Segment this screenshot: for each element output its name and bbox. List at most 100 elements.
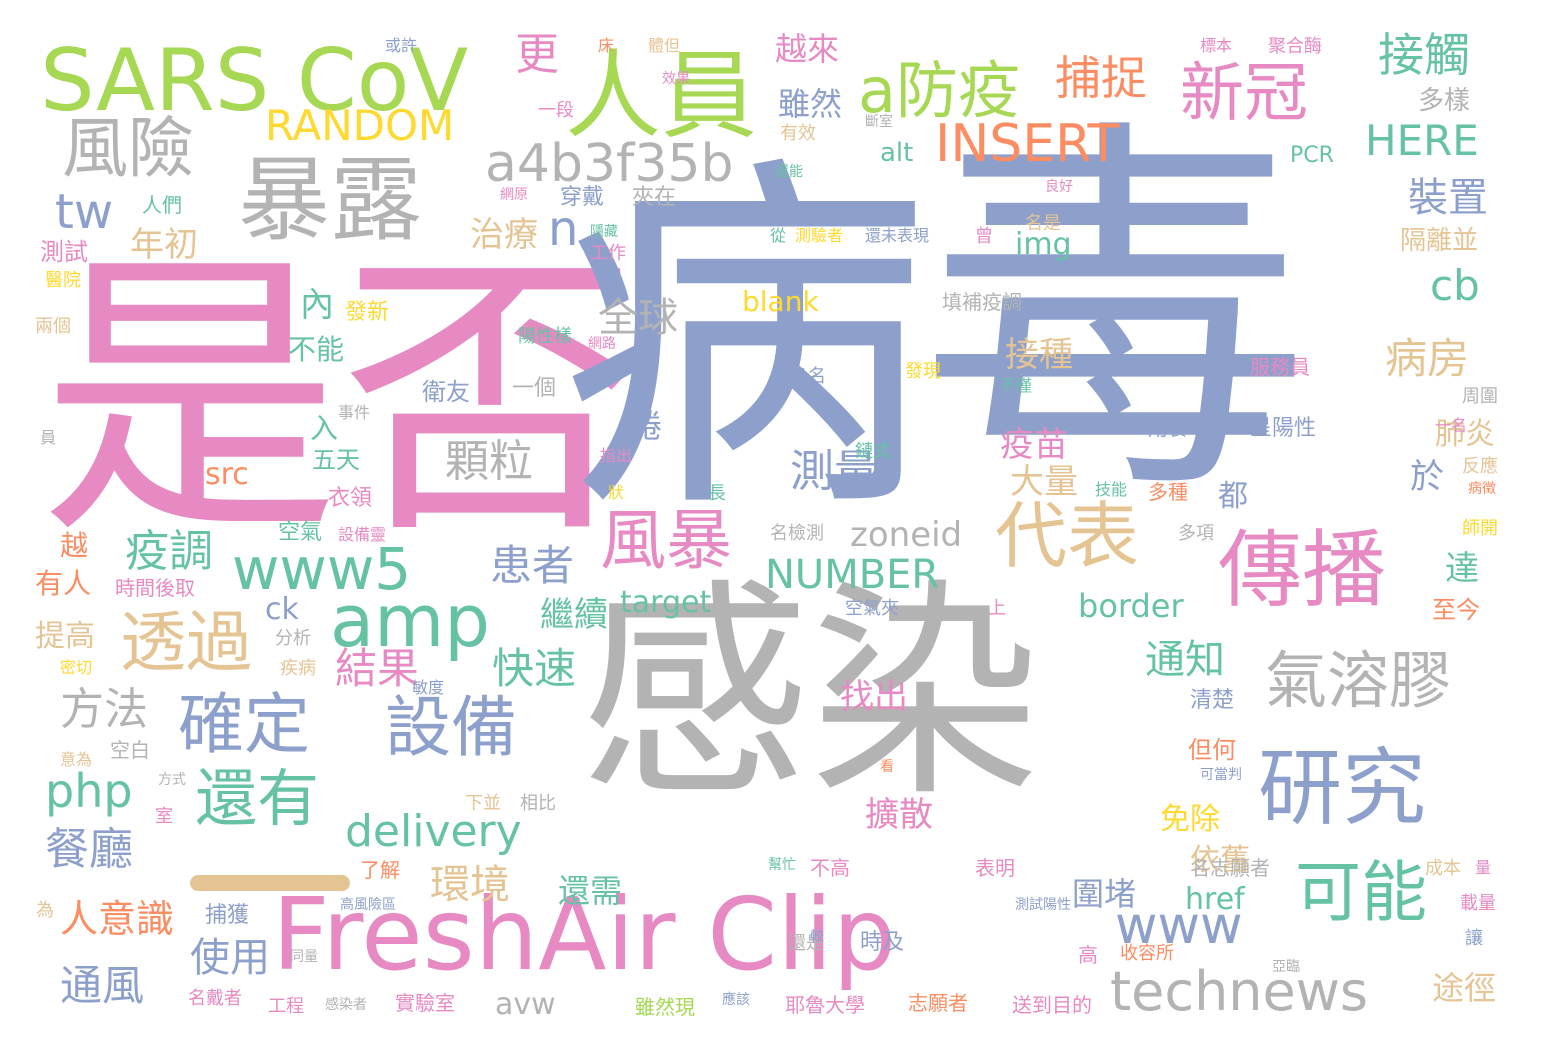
word-cloud-word: 更 (515, 29, 559, 80)
word-cloud-word: 網原 (500, 187, 528, 203)
word-cloud-word: 名戴者 (188, 988, 242, 1009)
word-cloud-word: 多種 (1148, 480, 1188, 504)
word-cloud-word: 讓 (1465, 928, 1483, 949)
word-cloud-word: 不能 (288, 333, 345, 366)
word-cloud-word: 陽性樣 (518, 326, 572, 347)
word-cloud-word: 高風險區 (340, 897, 396, 913)
word-cloud: 是否病毒感染 FreshAir Clip SARS CoV 人員 暴露 傳播 研究 a防疫 新冠… (0, 0, 1548, 1052)
word-cloud-word: 師開 (1462, 518, 1498, 539)
word-cloud-word: 效果 (662, 71, 690, 87)
word-cloud-word: 良好 (1045, 179, 1073, 195)
word-cloud-word: HERE (1365, 116, 1479, 165)
word-cloud-word: 衣領 (328, 486, 373, 511)
word-cloud-word: 可當判 (1200, 767, 1242, 783)
word-cloud-word: 意為 (60, 750, 93, 769)
word-cloud-word: 為 (36, 900, 54, 921)
word-cloud-word: 找出 (840, 677, 908, 717)
word-cloud-word: 狀 (608, 483, 625, 502)
word-cloud-word: 幫忙 (768, 857, 796, 873)
word-cloud-word: 測試 (40, 238, 88, 266)
word-cloud-word: 至今 (1432, 596, 1480, 624)
word-cloud-word: 風險 (62, 110, 194, 187)
word-cloud-word: 雖然 (778, 85, 843, 123)
word-cloud-word: 內 (300, 285, 334, 325)
word-cloud-word: 名是 (1025, 213, 1061, 234)
word-cloud-word: 看 (880, 759, 894, 775)
word-cloud-word: 有人 (35, 567, 92, 600)
word-cloud-word: 疾病 (280, 658, 316, 679)
word-cloud-word: 方式 (158, 772, 186, 788)
word-cloud-word: 空氣 (278, 520, 323, 545)
word-cloud-word: 密切 (60, 658, 93, 677)
word-cloud-word: 使用 (190, 935, 270, 981)
word-cloud-word: 實驗室 (395, 991, 455, 1015)
word-cloud-word: 疫調 (125, 526, 213, 577)
word-cloud-word: 達 (1445, 549, 1479, 589)
word-cloud-word: 人意識 (60, 897, 175, 941)
word-cloud-word: 同量 (290, 949, 318, 965)
word-cloud-word: 一段 (538, 100, 574, 121)
word-cloud-word: 反應 (1462, 456, 1498, 477)
word-cloud-word: 越來 (775, 30, 840, 68)
word-cloud-word: 事件 (338, 403, 371, 422)
word-cloud-word: 名檢測 (770, 523, 824, 544)
word-cloud-word: 穿戴 (560, 185, 605, 210)
word-cloud-word: 確定 (178, 686, 310, 763)
word-cloud-word: 人們 (142, 193, 182, 217)
word-cloud-word: avw (495, 987, 556, 1022)
word-cloud-word: 衛友 (422, 378, 470, 406)
word-cloud-word: 時間後取 (115, 576, 195, 600)
word-cloud-word: 免除 (1160, 802, 1220, 837)
word-cloud-word: 夾在 (632, 185, 677, 210)
word-cloud-word: 亞臨 (1272, 959, 1300, 975)
word-cloud-word: 疫苗 (1000, 425, 1068, 465)
word-cloud-word: PCR (1290, 143, 1334, 168)
word-cloud-word: href (1185, 882, 1245, 917)
word-cloud-word: 志願者 (908, 991, 968, 1015)
word-cloud-word: 多項 (1178, 523, 1214, 544)
word-cloud-word: 多樣 (1418, 86, 1471, 116)
word-cloud-word: 捕獲 (205, 903, 250, 928)
word-cloud-word: blank (742, 285, 819, 318)
word-cloud-word: 工作 (590, 243, 626, 264)
word-cloud-word: 於 (1410, 457, 1444, 497)
word-cloud-word: 上 (988, 598, 1006, 619)
word-cloud-word: 快速 (492, 644, 577, 693)
word-cloud-word: 一名 (1435, 416, 1468, 435)
word-cloud-word: ck (265, 592, 299, 627)
word-cloud-word: 或許 (385, 36, 418, 55)
word-cloud-word: 耶魯大學 (785, 993, 865, 1017)
word-cloud-word: 環境 (430, 862, 510, 908)
word-cloud-word: 工程 (268, 996, 304, 1017)
word-cloud-word: zoneid (850, 515, 963, 555)
word-cloud-word: 但何 (1188, 736, 1236, 764)
word-cloud-word: 相比 (520, 793, 556, 814)
word-cloud-word: 鏈式 (855, 441, 891, 462)
word-cloud-word: 呈陽性 (1250, 416, 1317, 441)
word-cloud-word: 發新 (345, 300, 390, 325)
word-cloud-word: 病徵 (1468, 481, 1496, 497)
word-cloud-word: 收容所 (1120, 943, 1174, 964)
word-cloud-word: 空白 (110, 738, 150, 762)
word-cloud-word: 還需 (558, 872, 623, 910)
word-cloud-word: php (45, 764, 133, 818)
word-cloud-word: 還有 (195, 762, 320, 835)
word-cloud-word: 測驗者 (795, 226, 844, 245)
word-cloud-word: 越 (60, 529, 89, 562)
word-cloud-word: www5 (232, 535, 412, 603)
word-cloud-word: 測試陽性 (1015, 897, 1071, 913)
word-cloud-word: 氣溶膠 (1265, 644, 1452, 717)
word-cloud-word: 周圍 (1462, 386, 1498, 407)
word-cloud-word: 分析 (275, 628, 311, 649)
word-cloud-word: 新冠 (1180, 57, 1308, 131)
word-cloud-word: 成本 (1425, 858, 1461, 879)
word-cloud-word: 載量 (1460, 893, 1496, 914)
word-cloud-word: 入 (310, 412, 339, 445)
word-cloud-word: 捕捉 (1055, 51, 1147, 105)
word-cloud-word: 繼續 (540, 595, 608, 635)
word-cloud-word: 風暴 (600, 502, 732, 579)
word-cloud-word: 還未表現 (865, 226, 930, 245)
word-cloud-word: 捲 (630, 407, 663, 445)
word-cloud-word: 體但 (648, 36, 681, 55)
word-cloud-word: n (548, 201, 579, 257)
